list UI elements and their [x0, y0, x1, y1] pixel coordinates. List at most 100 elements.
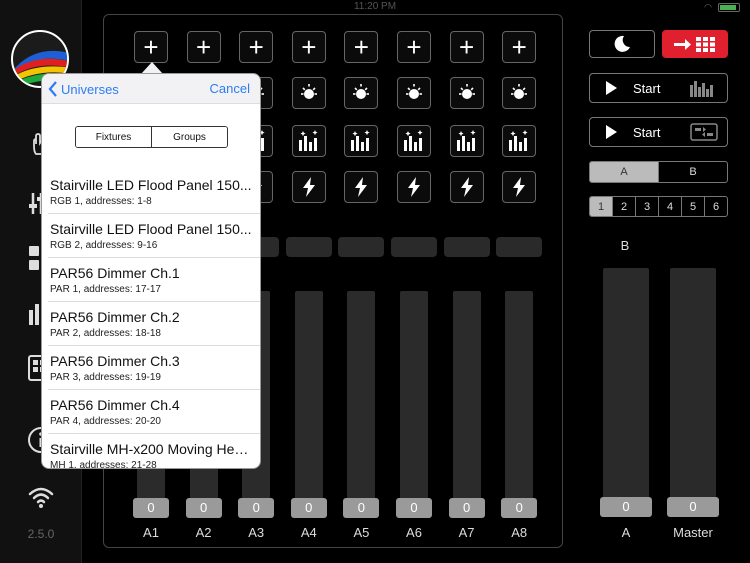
ab-selector: A B — [589, 161, 728, 183]
play-icon — [606, 125, 617, 139]
fixture-name: PAR56 Dimmer Ch.4 — [50, 397, 180, 413]
channel-label-3: A3 — [248, 525, 265, 540]
effects-button-6[interactable] — [397, 125, 431, 157]
bank-option-6[interactable]: 6 — [705, 197, 727, 216]
wifi-icon[interactable] — [26, 482, 56, 512]
list-item[interactable]: PAR56 Dimmer Ch.2 PAR 2, addresses: 18-18 — [48, 302, 260, 346]
dimmer-button-4[interactable] — [291, 77, 326, 109]
channel-value-3[interactable]: 0 — [238, 498, 275, 518]
fixture-address: PAR 4, addresses: 20-20 — [50, 416, 161, 427]
chase-loop-icon — [690, 123, 719, 141]
effects-button-4[interactable] — [291, 125, 326, 157]
channel-fader-track-4[interactable] — [294, 291, 323, 511]
ab-option-b[interactable]: B — [659, 162, 727, 182]
list-item[interactable]: PAR56 Dimmer Ch.3 PAR 3, addresses: 19-19 — [48, 346, 260, 390]
fixture-name: Stairville LED Flood Panel 150... — [50, 177, 252, 193]
start-chase-label: Start — [633, 124, 661, 140]
lightning-icon — [512, 177, 526, 197]
universes-back-button[interactable]: Universes — [48, 81, 119, 97]
dimmer-button-5[interactable] — [344, 77, 379, 109]
fader-master-track[interactable] — [670, 268, 716, 508]
segment-fixtures[interactable]: Fixtures — [76, 127, 151, 147]
add-button-2[interactable]: + — [186, 31, 221, 63]
add-button-5[interactable]: + — [344, 31, 379, 63]
add-button-3[interactable]: + — [239, 31, 274, 63]
flash-button-5[interactable] — [344, 171, 379, 203]
plus-icon: + — [248, 32, 264, 62]
fixture-address: RGB 2, addresses: 9-16 — [50, 240, 158, 251]
fixture-address: PAR 1, addresses: 17-17 — [50, 284, 161, 295]
fader-a-label: A — [621, 525, 631, 540]
bank-option-5[interactable]: 5 — [682, 197, 705, 216]
channel-value-1[interactable]: 0 — [133, 498, 169, 518]
segment-groups[interactable]: Groups — [151, 127, 227, 147]
plus-icon: + — [406, 32, 422, 62]
fixtures-popover: Universes Cancel Fixtures Groups Stairvi… — [41, 73, 261, 469]
effects-button-7[interactable] — [449, 125, 484, 157]
flash-button-6[interactable] — [397, 171, 431, 203]
start-chase-button[interactable]: Start — [589, 117, 728, 147]
add-button-4[interactable]: + — [291, 31, 326, 63]
fader-master-label: Master — [673, 525, 713, 540]
fixture-list: Stairville LED Flood Panel 150... RGB 1, … — [42, 170, 260, 469]
fader-a-value[interactable]: 0 — [600, 497, 652, 517]
plus-icon: + — [196, 32, 212, 62]
fader-master-value[interactable]: 0 — [667, 497, 719, 517]
brightness-icon — [456, 82, 478, 104]
dimmer-button-6[interactable] — [397, 77, 431, 109]
flash-button-4[interactable] — [291, 171, 326, 203]
flash-button-7[interactable] — [449, 171, 484, 203]
universes-back-label: Universes — [61, 81, 119, 97]
fixture-address: MH 1, addresses: 21-28 — [50, 460, 157, 469]
plus-icon: + — [353, 32, 369, 62]
list-item[interactable]: PAR56 Dimmer Ch.4 PAR 4, addresses: 20-20 — [48, 390, 260, 434]
channel-label-5: A5 — [353, 525, 370, 540]
cancel-button[interactable]: Cancel — [210, 81, 250, 96]
list-item[interactable]: PAR56 Dimmer Ch.1 PAR 1, addresses: 17-17 — [48, 258, 260, 302]
lightning-icon — [407, 177, 421, 197]
moon-icon — [614, 35, 630, 52]
channel-name-strip-8 — [496, 237, 543, 257]
channel-value-8[interactable]: 0 — [501, 498, 538, 518]
scene-grid-button[interactable] — [662, 30, 728, 58]
channel-fader-track-6[interactable] — [400, 291, 428, 511]
channel-value-6[interactable]: 0 — [396, 498, 432, 518]
list-item[interactable]: Stairville MH-x200 Moving Head... MH 1, a… — [48, 434, 260, 469]
add-button-7[interactable]: + — [449, 31, 484, 63]
add-button-8[interactable]: + — [502, 31, 537, 63]
effects-button-5[interactable] — [344, 125, 379, 157]
blackout-button[interactable] — [589, 30, 655, 58]
start-music-button[interactable]: Start — [589, 73, 728, 103]
list-item[interactable]: Stairville LED Flood Panel 150... RGB 1, … — [48, 170, 260, 214]
popover-header: Universes Cancel — [42, 74, 260, 104]
dimmer-button-8[interactable] — [502, 77, 537, 109]
channel-name-strip-7 — [443, 237, 490, 257]
sparkle-bars-icon — [297, 130, 321, 152]
bank-option-1[interactable]: 1 — [590, 197, 613, 216]
dimmer-button-7[interactable] — [449, 77, 484, 109]
equalizer-icon — [690, 81, 714, 97]
fixture-name: PAR56 Dimmer Ch.3 — [50, 353, 180, 369]
fader-a-track[interactable] — [603, 268, 649, 508]
effects-button-8[interactable] — [502, 125, 537, 157]
ab-option-a[interactable]: A — [590, 162, 659, 182]
channel-fader-track-8[interactable] — [505, 291, 534, 511]
channel-fader-track-7[interactable] — [452, 291, 481, 511]
add-button-6[interactable]: + — [397, 31, 431, 63]
bank-option-2[interactable]: 2 — [613, 197, 636, 216]
flash-button-8[interactable] — [502, 171, 537, 203]
crossfade-b-label: B — [620, 238, 630, 253]
channel-name-strip-5 — [338, 237, 385, 257]
plus-icon: + — [301, 32, 317, 62]
add-button-1[interactable]: + — [134, 31, 168, 63]
channel-value-4[interactable]: 0 — [290, 498, 327, 518]
channel-value-7[interactable]: 0 — [448, 498, 485, 518]
channel-fader-track-5[interactable] — [347, 291, 376, 511]
lightning-icon — [460, 177, 474, 197]
channel-value-2[interactable]: 0 — [185, 498, 222, 518]
bank-option-3[interactable]: 3 — [636, 197, 659, 216]
list-item[interactable]: Stairville LED Flood Panel 150... RGB 2, … — [48, 214, 260, 258]
status-time: 11:20 PM — [353, 1, 397, 12]
channel-value-5[interactable]: 0 — [343, 498, 380, 518]
bank-option-4[interactable]: 4 — [659, 197, 682, 216]
